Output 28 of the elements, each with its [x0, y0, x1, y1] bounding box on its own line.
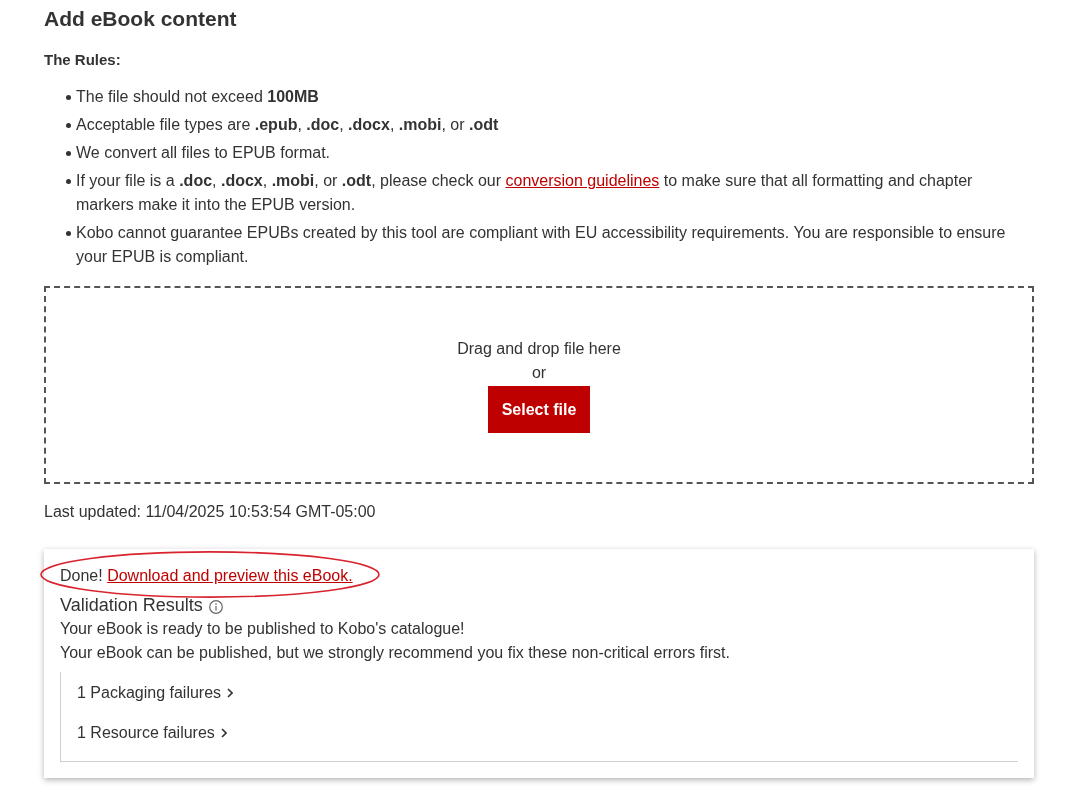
chevron-icon	[227, 688, 234, 698]
rule-text: If your file is a .doc, .docx, .mobi, or .odt, please check our conversion guidelines to make sure that all formatting and chapter markers make it into the EPUB version.	[76, 171, 974, 215]
rule-text: We convert all files to EPUB format.	[76, 143, 330, 163]
result-message: Your eBook is ready to be published to Kobo's catalogue!	[60, 619, 466, 639]
bullet-icon	[66, 95, 71, 100]
or-text: or	[531, 363, 547, 383]
last-updated-text: Last updated: 11/04/2025 10:53:54 GMT-05:00	[44, 502, 377, 522]
bullet-icon	[66, 123, 71, 128]
rule-text: Acceptable file types are .epub, .doc, .docx, .mobi, or .odt	[76, 115, 499, 135]
bullet-icon	[66, 179, 71, 184]
failure-toggle[interactable]: 1 Resource failures	[77, 713, 227, 753]
chevron-icon	[220, 728, 227, 738]
select-file-button[interactable]: Select file	[487, 386, 591, 433]
drop-prompt: Drag and drop file here	[457, 339, 621, 359]
bullet-icon	[66, 151, 71, 156]
result-message: Your eBook can be published, but we strongly recommend you fix these non-critical errors first.	[60, 643, 731, 663]
info-icon[interactable]	[208, 599, 223, 614]
validation-heading: Validation Results	[60, 594, 203, 617]
download-link[interactable]: Download and preview this eBook.	[107, 567, 353, 584]
rule-text: Kobo cannot guarantee EPUBs created by this tool are compliant with EU accessibility requirements. You are responsible to ensure your EPUB is compliant.	[76, 223, 1007, 267]
drop-zone[interactable]: Drag and drop file here or Select file	[44, 286, 1034, 484]
bullet-icon	[66, 231, 71, 236]
failure-toggle[interactable]: 1 Packaging failures	[77, 673, 234, 713]
page-title: Add eBook content	[44, 6, 238, 32]
rules-heading: The Rules:	[44, 50, 122, 70]
status-message: Done! Download and preview this eBook.	[60, 566, 353, 586]
rule-text: The file should not exceed 100MB	[76, 87, 319, 107]
text-link[interactable]: conversion guidelines	[505, 172, 660, 189]
